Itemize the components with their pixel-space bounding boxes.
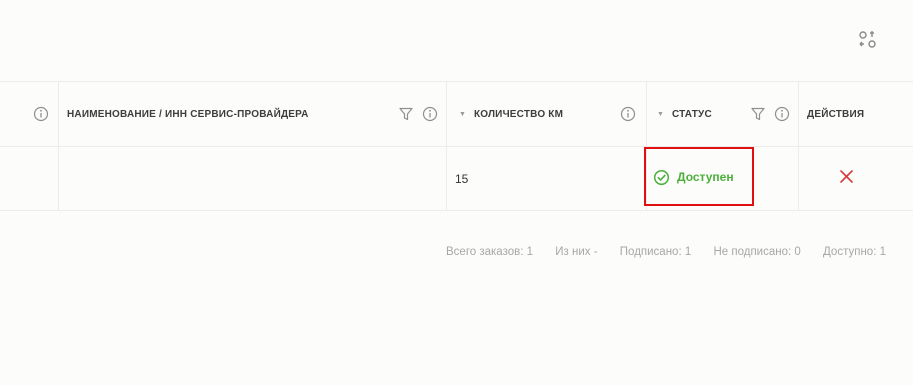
column-header-name[interactable]: НАИМЕНОВАНИЕ / ИНН СЕРВИС-ПРОВАЙДЕРА	[67, 82, 387, 146]
highlight-box	[644, 147, 754, 206]
orders-table: НАИМЕНОВАНИЕ / ИНН СЕРВИС-ПРОВАЙДЕРА ▼ К…	[0, 81, 913, 211]
sort-caret-icon[interactable]: ▼	[657, 111, 664, 118]
sort-caret-icon[interactable]: ▼	[459, 111, 466, 118]
info-icon[interactable]	[33, 106, 49, 122]
table-cell-km: 15	[455, 147, 635, 210]
info-icon[interactable]	[620, 106, 636, 122]
km-value: 15	[455, 171, 469, 186]
summary-available: Доступно: 1	[823, 246, 886, 258]
column-header-km-label: КОЛИЧЕСТВО КМ	[473, 108, 564, 120]
table-cell-name	[67, 147, 437, 210]
column-settings-icon[interactable]	[856, 29, 878, 51]
orders-page: НАИМЕНОВАНИЕ / ИНН СЕРВИС-ПРОВАЙДЕРА ▼ К…	[0, 0, 913, 385]
column-header-status-label: СТАТУС	[671, 108, 712, 120]
summary-signed: Подписано: 1	[619, 246, 692, 258]
summary-of-them: Из них -	[555, 246, 598, 258]
info-icon[interactable]	[422, 106, 438, 122]
close-icon[interactable]	[838, 168, 855, 185]
filter-icon[interactable]	[398, 106, 414, 122]
table-cell-info	[0, 147, 58, 210]
column-header-actions-label: ДЕЙСТВИЯ	[807, 108, 865, 120]
column-header-km[interactable]: ▼ КОЛИЧЕСТВО КМ	[459, 82, 619, 146]
column-header-name-label: НАИМЕНОВАНИЕ / ИНН СЕРВИС-ПРОВАЙДЕРА	[67, 108, 309, 120]
table-row[interactable]: 15	[0, 147, 913, 211]
table-header-row: НАИМЕНОВАНИЕ / ИНН СЕРВИС-ПРОВАЙДЕРА ▼ К…	[0, 81, 913, 147]
info-icon[interactable]	[774, 106, 790, 122]
summary-unsigned: Не подписано: 0	[713, 246, 801, 258]
column-header-actions: ДЕЙСТВИЯ	[807, 82, 907, 146]
summary-total: Всего заказов: 1	[446, 246, 534, 258]
orders-summary: Всего заказов: 1 Из них - Подписано: 1 Н…	[446, 246, 886, 258]
filter-icon[interactable]	[750, 106, 766, 122]
column-header-status[interactable]: ▼ СТАТУС	[657, 82, 747, 146]
